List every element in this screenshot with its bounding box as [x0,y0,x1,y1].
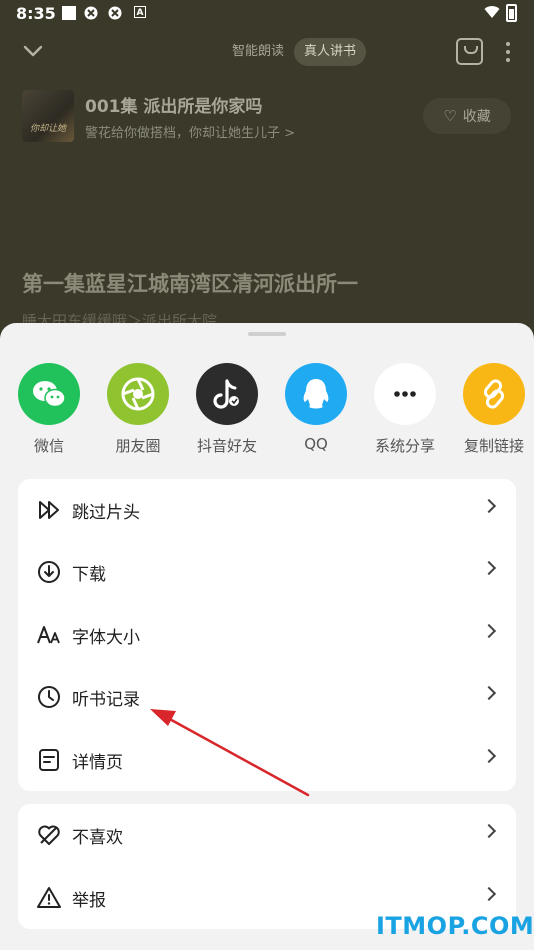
menu-label: 跳过片头 [72,503,140,523]
tab-human-narration[interactable]: 真人讲书 [294,38,367,66]
chapter-title: 第一集蓝星江城南湾区清河派出所一 [22,272,358,296]
episode-subtitle[interactable]: 警花给你做搭档，你却让她生儿子 > [85,122,295,141]
cover-text: 你却让她 [29,124,66,134]
collapse-chevron-icon[interactable] [20,38,46,64]
menu-label: 听书记录 [72,690,140,710]
menu-item-dislike[interactable]: 不喜欢 [18,804,516,866]
download-icon [38,561,60,583]
menu-label: 举报 [72,891,106,911]
moments-icon [107,363,169,425]
share-label-douyin: 抖音好友 [196,437,257,455]
a-notification-icon: A [134,6,146,18]
share-targets-row: 微信 朋友圈 抖音好友 QQ 系统分享 复制链接 [0,363,534,463]
share-bottom-sheet: 微信 朋友圈 抖音好友 QQ 系统分享 复制链接 跳过片头 下载 字体大小 听书… [0,323,534,950]
dislike-heart-icon [38,825,60,845]
share-label-system: 系统分享 [374,437,435,455]
chevron-right-icon [481,886,497,902]
favorite-button[interactable]: ♡ 收藏 [423,98,511,134]
chevron-right-icon [481,748,497,764]
menu-item-listening-history[interactable]: 听书记录 [18,666,516,728]
chevron-right-icon [481,823,497,839]
share-label-qq: QQ [304,435,328,453]
more-icon [374,363,436,425]
menu-item-download[interactable]: 下载 [18,541,516,603]
share-label-moments: 朋友圈 [115,437,161,455]
share-wechat[interactable]: 微信 [4,363,94,456]
share-moments[interactable]: 朋友圈 [93,363,183,456]
status-bar: 8:35 A [0,0,534,28]
chevron-right-icon [481,560,497,576]
chevron-right-icon [481,498,497,514]
episode-title: 001集 派出所是你家吗 [85,97,263,117]
sheet-drag-handle[interactable] [248,332,286,336]
menu-label: 详情页 [72,753,123,773]
status-time: 8:35 [16,4,56,23]
book-cover-image[interactable]: 你却让她 [22,90,74,142]
details-icon [39,749,59,771]
heart-icon: ♡ [443,107,457,125]
skip-intro-icon [39,501,59,519]
menu-label: 下载 [72,565,106,585]
menu-card-primary: 跳过片头 下载 字体大小 听书记录 详情页 [18,479,516,791]
menu-label: 字体大小 [72,628,140,648]
wifi-icon [484,6,500,19]
report-warning-icon [37,887,61,908]
share-copy-link[interactable]: 复制链接 [449,363,534,456]
menu-item-details[interactable]: 详情页 [18,729,516,791]
favorite-label: 收藏 [462,109,491,125]
share-system[interactable]: 系统分享 [360,363,450,456]
shopping-bag-icon[interactable] [456,38,483,65]
notification-square-icon [62,6,76,20]
chevron-right-icon [481,685,497,701]
more-vertical-icon[interactable] [505,40,511,64]
history-clock-icon [38,686,60,708]
menu-card-secondary: 不喜欢 举报 [18,804,516,929]
tab-smart-reading[interactable]: 智能朗读 [222,38,294,66]
menu-item-font-size[interactable]: 字体大小 [18,604,516,666]
douyin-icon [196,363,258,425]
menu-label: 不喜欢 [72,828,123,848]
qq-icon [285,363,347,425]
app-notification-icon [84,6,98,20]
wechat-icon [18,363,80,425]
app-notification-icon-2 [108,6,122,20]
chevron-right-icon [481,623,497,639]
share-label-wechat: 微信 [33,437,64,455]
menu-item-skip-intro[interactable]: 跳过片头 [18,479,516,541]
site-watermark: ITMOP.COM [376,912,534,940]
share-douyin[interactable]: 抖音好友 [182,363,272,456]
share-label-copy-link: 复制链接 [463,437,524,455]
share-qq[interactable]: QQ [271,363,361,453]
battery-icon [506,4,517,22]
link-icon [463,363,525,425]
font-size-icon [37,626,60,644]
